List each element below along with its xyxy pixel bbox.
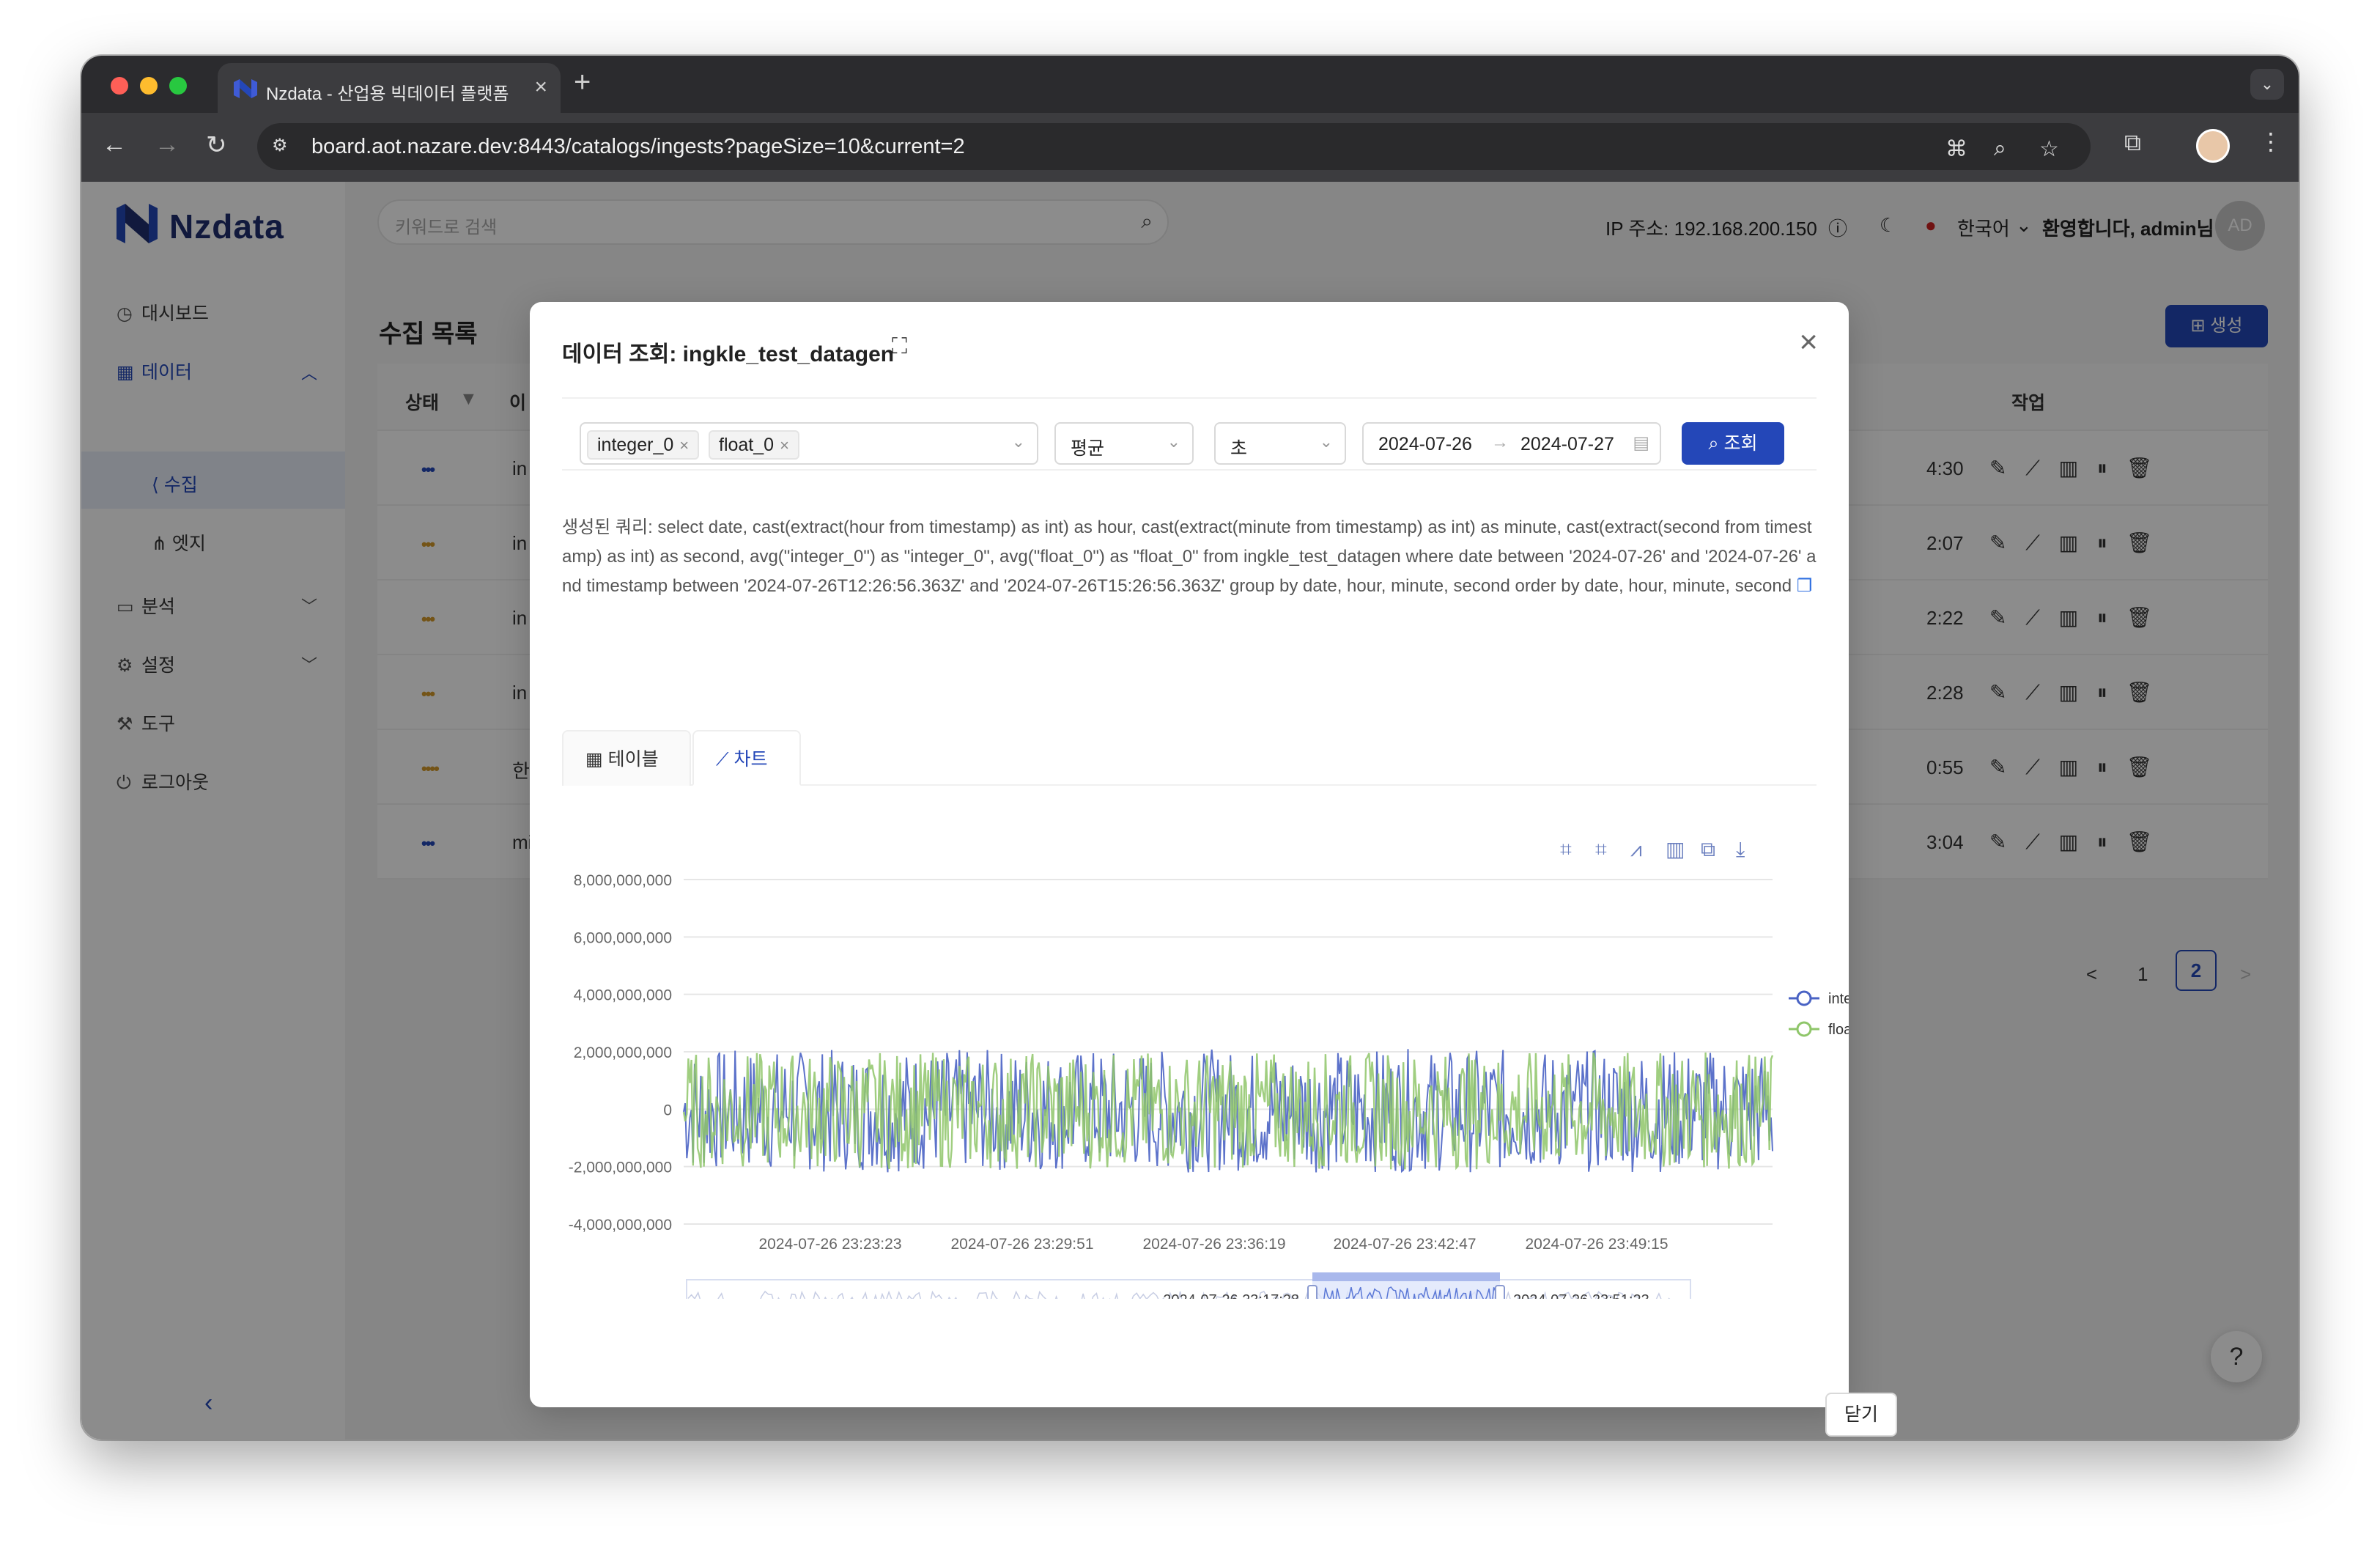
- y-tick-label: 0: [663, 1102, 672, 1118]
- close-icon[interactable]: ×: [1799, 324, 1818, 361]
- maximize-window-button[interactable]: [169, 77, 187, 95]
- date-range-picker[interactable]: 2024-07-26 → 2024-07-27 ▤: [1362, 422, 1661, 465]
- legend-marker: [1796, 990, 1812, 1006]
- tab-close-icon[interactable]: ×: [534, 75, 547, 100]
- column-multi-select[interactable]: integer_0 × float_0 × ⌄: [580, 422, 1038, 465]
- chart-toolbox-icon[interactable]: ⩘: [1630, 837, 1642, 861]
- legend-label: integer_0: [1828, 991, 1849, 1007]
- forward-icon[interactable]: →: [155, 130, 180, 159]
- tag-integer-0: integer_0 ×: [587, 430, 700, 460]
- bookmark-star-icon[interactable]: ☆: [2039, 136, 2059, 162]
- tab-bar: Nzdata - 산업용 빅데이터 플랫폼 × + ⌄: [81, 56, 2299, 113]
- zoom-icon[interactable]: ⌕: [1994, 136, 2006, 161]
- close-button[interactable]: 닫기: [1825, 1393, 1897, 1437]
- copy-icon[interactable]: ❐: [1797, 576, 1813, 596]
- y-tick-label: 6,000,000,000: [574, 929, 672, 946]
- x-tick-label: 2024-07-26 23:42:47: [1334, 1236, 1477, 1253]
- y-tick-label: -2,000,000,000: [569, 1160, 672, 1176]
- profile-avatar[interactable]: [2196, 129, 2230, 163]
- chevron-down-icon: ⌄: [1011, 432, 1025, 451]
- url-text: board.aot.nazare.dev:8443/catalogs/inges…: [311, 135, 965, 158]
- zoom-handle-left[interactable]: [1307, 1285, 1318, 1313]
- remove-tag-icon[interactable]: ×: [679, 436, 689, 454]
- data-view-modal: 데이터 조회: ingkle_test_datagen ⛶ × integer_…: [530, 302, 1889, 1407]
- tab-title: Nzdata - 산업용 빅데이터 플랫폼: [266, 84, 509, 104]
- x-tick-label: 2024-07-26 23:36:19: [1143, 1236, 1286, 1253]
- close-window-button[interactable]: [111, 77, 128, 95]
- translate-icon[interactable]: ⌘: [1945, 136, 1967, 162]
- remove-tag-icon[interactable]: ×: [780, 436, 789, 454]
- tab-table[interactable]: ▦ 테이블: [562, 730, 691, 786]
- zoom-handle-right[interactable]: [1495, 1285, 1505, 1313]
- chart-toolbox-icon[interactable]: ▥: [1666, 837, 1685, 861]
- browser-menu-icon[interactable]: ⋮: [2259, 128, 2283, 155]
- aggregation-select[interactable]: 평균 ⌄: [1054, 422, 1194, 465]
- chart-toolbox-icon[interactable]: ⌗: [1560, 837, 1572, 861]
- x-tick-label: 2024-07-26 23:23:23: [759, 1236, 902, 1253]
- expand-icon[interactable]: ⛶: [892, 334, 907, 359]
- x-tick-label: 2024-07-26 23:49:15: [1526, 1236, 1668, 1253]
- zoom-start-label: 2024-07-26 23:17:28: [1163, 1292, 1299, 1299]
- search-icon: ⌕: [1708, 433, 1724, 454]
- query-button[interactable]: ⌕ 조회: [1682, 422, 1784, 465]
- browser-tab[interactable]: Nzdata - 산업용 빅데이터 플랫폼 ×: [218, 63, 561, 113]
- legend-marker: [1796, 1021, 1812, 1037]
- extensions-icon[interactable]: ⧉: [2124, 129, 2141, 157]
- y-tick-label: 4,000,000,000: [574, 987, 672, 1004]
- tag-float-0: float_0 ×: [709, 430, 799, 460]
- chart-area: ⌗ ⌗ ⩘ ▥ ⧉ ⤓ 8,000,000,000 6,000,000,000 4,000,00…: [530, 786, 1889, 1319]
- legend-label: float_0: [1828, 1022, 1849, 1038]
- modal-title: 데이터 조회: ingkle_test_datagen: [562, 342, 895, 366]
- result-tabs: ▦ 테이블 ⟋ 차트: [562, 730, 1817, 786]
- zoom-window-top: [1312, 1272, 1500, 1281]
- minimize-window-button[interactable]: [140, 77, 158, 95]
- generated-query: 생성된 쿼리: select date, cast(extract(hour f…: [562, 517, 1817, 596]
- table-icon: ▦: [585, 749, 608, 770]
- chart-toolbox-icon[interactable]: ⧉: [1701, 837, 1715, 861]
- site-info-icon[interactable]: ⚙: [272, 135, 294, 157]
- x-tick-label: 2024-07-26 23:29:51: [951, 1236, 1094, 1253]
- date-start[interactable]: 2024-07-26: [1378, 434, 1472, 455]
- chart-toolbox-icon[interactable]: ⌗: [1595, 837, 1607, 861]
- tab-search-button[interactable]: ⌄: [2250, 69, 2284, 100]
- chevron-down-icon: ⌄: [1167, 432, 1180, 451]
- tab-chart[interactable]: ⟋ 차트: [692, 730, 801, 786]
- arrow-right-icon: →: [1491, 432, 1509, 452]
- query-filters: integer_0 × float_0 × ⌄ 평균 ⌄ 초 ⌄ 2024-07-2…: [562, 397, 1817, 471]
- back-icon[interactable]: ←: [102, 130, 127, 159]
- unit-select[interactable]: 초 ⌄: [1214, 422, 1346, 465]
- reload-icon[interactable]: ↻: [206, 130, 227, 160]
- address-bar[interactable]: ⚙ board.aot.nazare.dev:8443/catalogs/ing…: [257, 123, 2091, 170]
- nzdata-favicon: [234, 79, 257, 98]
- calendar-icon: ▤: [1633, 433, 1649, 453]
- line-chart[interactable]: ⌗ ⌗ ⩘ ▥ ⧉ ⤓ 8,000,000,000 6,000,000,000 4,000,00…: [530, 786, 1889, 1319]
- date-end[interactable]: 2024-07-27: [1520, 434, 1614, 455]
- line-chart-icon: ⟋: [716, 749, 734, 770]
- chevron-down-icon: ⌄: [1319, 432, 1333, 451]
- y-tick-label: -4,000,000,000: [569, 1217, 672, 1234]
- new-tab-icon[interactable]: +: [574, 66, 591, 99]
- y-tick-label: 8,000,000,000: [574, 872, 672, 889]
- browser-window: Nzdata - 산업용 빅데이터 플랫폼 × + ⌄ ← → ↻ ⚙ boar…: [81, 56, 2299, 1440]
- y-tick-label: 2,000,000,000: [574, 1044, 672, 1061]
- zoom-end-label: 2024-07-26 23:51:23: [1513, 1292, 1649, 1299]
- chart-toolbox-icon[interactable]: ⤓: [1736, 837, 1745, 861]
- browser-toolbar: ← → ↻ ⚙ board.aot.nazare.dev:8443/catalo…: [81, 113, 2299, 182]
